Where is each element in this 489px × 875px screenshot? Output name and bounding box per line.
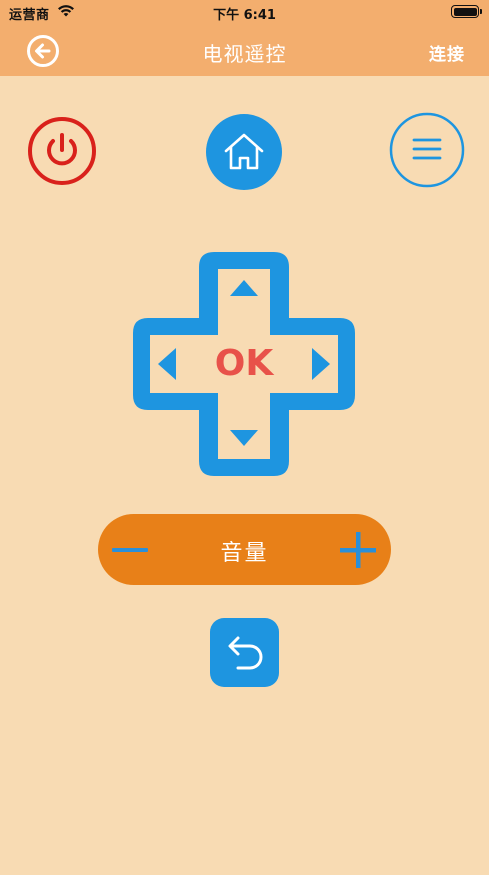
menu-button[interactable] [389, 112, 465, 188]
status-time: 下午 6:41 [213, 8, 276, 23]
battery-icon [451, 5, 482, 18]
status-bar: 运营商 下午 6:41 [0, 0, 489, 26]
navigation-bar: 电视遥控 连接 [0, 26, 489, 76]
arrow-down-icon [230, 430, 258, 446]
return-icon [228, 636, 263, 670]
volume-control: 音量 [98, 514, 391, 585]
dpad-up-button[interactable] [218, 269, 270, 329]
power-button[interactable] [26, 115, 98, 187]
dpad-down-button[interactable] [218, 399, 270, 459]
top-bar: 运营商 下午 6:41 电视遥控 连接 [0, 0, 489, 76]
page-title: 电视遥控 [202, 42, 287, 66]
power-icon [28, 117, 96, 185]
arrow-up-icon [230, 280, 258, 296]
connect-button[interactable]: 连接 [429, 40, 465, 65]
home-icon [206, 114, 282, 190]
menu-icon [389, 112, 465, 188]
volume-up-button[interactable] [339, 531, 377, 569]
return-button[interactable] [210, 618, 279, 687]
direction-pad: OK [126, 245, 362, 483]
plus-icon [340, 532, 376, 568]
home-button[interactable] [206, 114, 282, 190]
ok-button[interactable]: OK [194, 343, 294, 384]
